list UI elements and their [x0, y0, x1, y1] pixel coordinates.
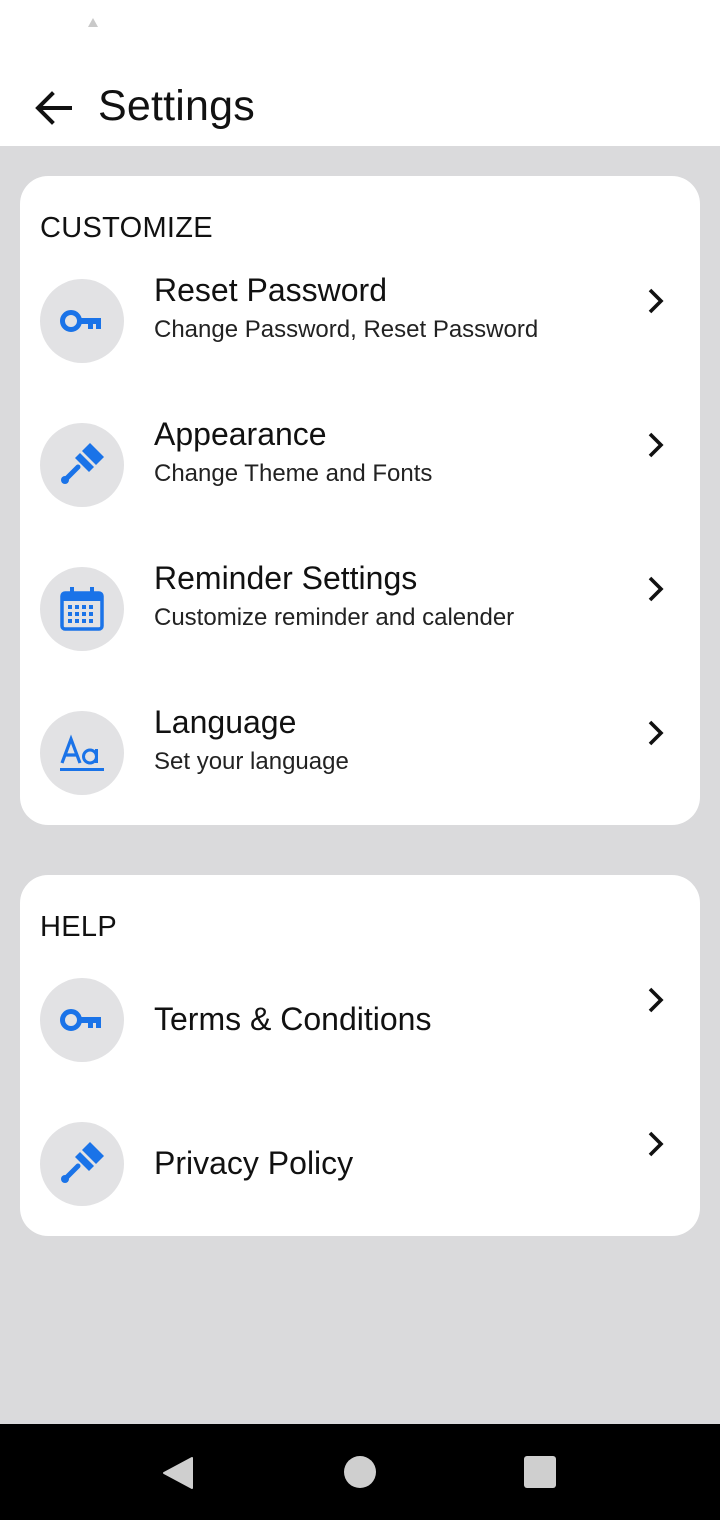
chevron-right-icon — [648, 432, 664, 458]
section-title-help: HELP — [40, 911, 117, 943]
reminder-settings-item[interactable]: Reminder Settings Customize reminder and… — [20, 552, 700, 672]
help-card: HELP Terms & Conditions Privacy Policy — [20, 875, 700, 1236]
item-title: Reminder Settings — [154, 560, 418, 596]
nav-home-icon[interactable] — [344, 1456, 376, 1488]
status-bar — [0, 0, 720, 56]
text-format-icon — [60, 734, 104, 771]
back-button[interactable] — [30, 86, 78, 130]
icon-circle — [40, 1122, 124, 1206]
system-nav-bar — [0, 1424, 720, 1520]
page-title: Settings — [98, 82, 255, 130]
customize-card: CUSTOMIZE Reset Password Change Password… — [20, 176, 700, 825]
icon-circle — [40, 711, 124, 795]
status-indicator-icon — [88, 18, 98, 27]
item-subtitle: Customize reminder and calender — [154, 604, 515, 631]
chevron-right-icon — [648, 576, 664, 602]
terms-conditions-item[interactable]: Terms & Conditions — [20, 963, 700, 1083]
item-title: Appearance — [154, 416, 327, 452]
chevron-right-icon — [648, 288, 664, 314]
chevron-right-icon — [648, 1131, 664, 1157]
settings-screen: Settings CUSTOMIZE Reset Password Change… — [0, 0, 720, 1520]
paintbrush-icon — [61, 1142, 104, 1183]
chevron-right-icon — [648, 720, 664, 746]
key-icon — [60, 310, 101, 332]
item-title: Terms & Conditions — [154, 1001, 432, 1037]
section-title-customize: CUSTOMIZE — [40, 212, 213, 244]
calendar-icon — [60, 587, 104, 631]
app-bar: Settings — [0, 56, 720, 146]
paintbrush-icon — [61, 443, 104, 484]
nav-back-icon[interactable] — [162, 1456, 194, 1490]
item-subtitle: Change Password, Reset Password — [154, 316, 539, 343]
chevron-right-icon — [648, 987, 664, 1013]
icon-circle — [40, 279, 124, 363]
icon-circle — [40, 567, 124, 651]
item-subtitle: Set your language — [154, 748, 349, 775]
item-subtitle: Change Theme and Fonts — [154, 460, 433, 487]
language-item[interactable]: Language Set your language — [20, 696, 700, 816]
item-title: Reset Password — [154, 272, 387, 308]
nav-recents-icon[interactable] — [524, 1456, 556, 1488]
item-title: Privacy Policy — [154, 1145, 354, 1181]
item-title: Language — [154, 704, 297, 740]
key-icon — [60, 1009, 101, 1031]
appearance-item[interactable]: Appearance Change Theme and Fonts — [20, 408, 700, 528]
privacy-policy-item[interactable]: Privacy Policy — [20, 1107, 700, 1227]
arrow-left-icon — [35, 91, 72, 125]
icon-circle — [40, 423, 124, 507]
reset-password-item[interactable]: Reset Password Change Password, Reset Pa… — [20, 264, 700, 384]
icon-circle — [40, 978, 124, 1062]
